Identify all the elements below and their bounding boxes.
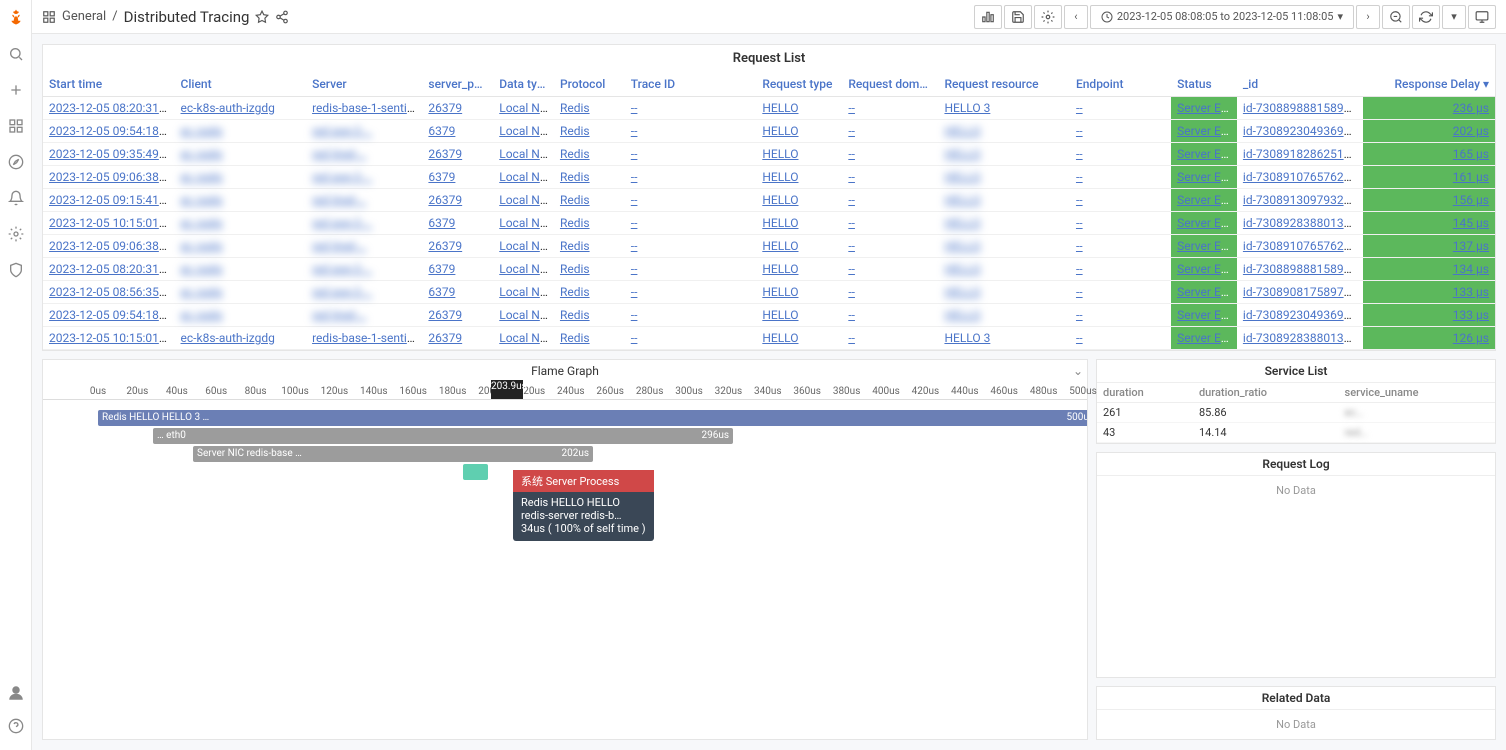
panel-title-service-list: Service List [1097, 360, 1495, 383]
column-header[interactable]: duration [1097, 383, 1193, 403]
refresh-dropdown-icon[interactable]: ▾ [1442, 5, 1466, 29]
user-icon[interactable] [7, 684, 25, 702]
flame-bar[interactable]: Server NIC redis-base …202us [193, 446, 593, 462]
column-header[interactable]: service_uname [1339, 383, 1495, 403]
star-icon[interactable] [255, 10, 269, 24]
table-row[interactable]: 2023-12-05 10:15:01.949…ec-k8s-auth-izgd… [43, 327, 1495, 350]
column-header[interactable]: duration_ratio [1193, 383, 1339, 403]
apps-icon [42, 10, 56, 24]
panel-add-icon[interactable] [974, 5, 1002, 29]
request-list-table: Start timeClientServerserver_portData ty… [43, 72, 1495, 350]
table-row[interactable]: 2023-12-05 09:06:38.148…ec zgdgred tinel… [43, 235, 1495, 258]
dashboards-icon[interactable] [8, 118, 24, 134]
service-list-table: durationduration_ratioservice_uname 2618… [1097, 383, 1495, 443]
service-list-panel: Service List durationduration_ratioservi… [1096, 359, 1496, 444]
table-row[interactable]: 2023-12-05 08:56:35.654…ec zgdgred ave-2… [43, 281, 1495, 304]
zoom-out-icon[interactable] [1382, 5, 1410, 29]
timerange-picker[interactable]: 2023-12-05 08:08:05 to 2023-12-05 11:08:… [1090, 5, 1354, 29]
column-header[interactable]: Request resource [938, 72, 1070, 97]
plus-icon[interactable] [8, 82, 24, 98]
flame-ruler: 0us20us40us60us80us100us120us140us160us1… [43, 380, 1087, 400]
save-icon[interactable] [1004, 5, 1032, 29]
breadcrumb[interactable]: General / Distributed Tracing [42, 8, 289, 26]
column-header[interactable]: Start time [43, 72, 175, 97]
breadcrumb-section[interactable]: General [62, 9, 106, 24]
column-header[interactable]: Client [175, 72, 307, 97]
panel-title-request-log: Request Log [1097, 453, 1495, 476]
time-next-icon[interactable]: › [1356, 5, 1380, 29]
flame-tooltip: 系统 Server Process Redis HELLO HELLO redi… [513, 470, 654, 541]
request-log-panel: Request Log No Data [1096, 452, 1496, 678]
column-header[interactable]: Status [1171, 72, 1237, 97]
related-data-panel: Related Data No Data [1096, 686, 1496, 740]
refresh-icon[interactable] [1412, 5, 1440, 29]
chevron-down-icon[interactable]: ⌄ [1073, 364, 1083, 378]
shield-icon[interactable] [8, 262, 24, 278]
table-row[interactable]: 4314.14red… [1097, 423, 1495, 443]
page-title: Distributed Tracing [124, 8, 250, 26]
column-header[interactable]: _id [1237, 72, 1363, 97]
left-sidebar [0, 0, 32, 750]
flame-bar[interactable]: Redis HELLO HELLO 3 …500us [98, 410, 1087, 426]
table-row[interactable]: 2023-12-05 08:20:31.958…ec zgdgred ave-2… [43, 258, 1495, 281]
settings-icon[interactable] [1034, 5, 1062, 29]
bell-icon[interactable] [8, 190, 24, 206]
column-header[interactable]: Protocol [554, 72, 625, 97]
flame-graph-panel: Flame Graph ⌄ 0us20us40us60us80us100us12… [42, 359, 1088, 740]
search-icon[interactable] [8, 46, 24, 62]
topbar: General / Distributed Tracing ‹ 2023-12-… [32, 0, 1506, 34]
no-data-text: No Data [1097, 476, 1495, 505]
share-icon[interactable] [275, 10, 289, 24]
table-row[interactable]: 2023-12-05 09:15:41.949…ec zgdgred tinel… [43, 189, 1495, 212]
panel-title-related-data: Related Data [1097, 687, 1495, 710]
flame-body[interactable]: Server NIC redis-base …202us … eth0296us R… [43, 400, 1087, 739]
table-row[interactable]: 26185.86ec… [1097, 403, 1495, 423]
column-header[interactable]: Trace ID [625, 72, 757, 97]
table-row[interactable]: 2023-12-05 09:54:18.752…ec zgdgred tinel… [43, 304, 1495, 327]
column-header[interactable]: server_port [422, 72, 493, 97]
table-row[interactable]: 2023-12-05 10:15:01.956…ec zgdgred ave-2… [43, 212, 1495, 235]
table-row[interactable]: 2023-12-05 09:54:18.762…ec zgdgred ave-2… [43, 120, 1495, 143]
column-header[interactable]: Server [306, 72, 422, 97]
column-header[interactable]: Request type [756, 72, 842, 97]
column-header[interactable]: Response Delay ▾ [1363, 72, 1495, 97]
time-prev-icon[interactable]: ‹ [1064, 5, 1088, 29]
flame-bar[interactable]: … eth0296us [153, 428, 733, 444]
panel-title-flame: Flame Graph [531, 364, 599, 378]
table-row[interactable]: 2023-12-05 08:20:31.949…ec-k8s-auth-izgd… [43, 97, 1495, 120]
request-list-panel: Request List Start timeClientServerserve… [42, 44, 1496, 351]
table-row[interactable]: 2023-12-05 09:35:49.748…ec zgdgred tinel… [43, 143, 1495, 166]
monitor-icon[interactable] [1468, 5, 1496, 29]
explore-icon[interactable] [8, 154, 24, 170]
panel-title-request-list: Request List [43, 45, 1495, 72]
help-icon[interactable] [8, 718, 24, 734]
timerange-label: 2023-12-05 08:08:05 to 2023-12-05 11:08:… [1117, 10, 1334, 23]
table-row[interactable]: 2023-12-05 09:06:38.156…ec zgdgred ave-2… [43, 166, 1495, 189]
column-header[interactable]: Data type [493, 72, 554, 97]
column-header[interactable]: Request domain [842, 72, 938, 97]
no-data-text: No Data [1097, 710, 1495, 739]
grafana-logo-icon[interactable] [7, 8, 25, 26]
gear-icon[interactable] [8, 226, 24, 242]
chevron-down-icon: ▾ [1337, 10, 1343, 23]
flame-bar[interactable] [463, 464, 488, 480]
ruler-marker: 203.9us [491, 380, 523, 399]
column-header[interactable]: Endpoint [1070, 72, 1171, 97]
